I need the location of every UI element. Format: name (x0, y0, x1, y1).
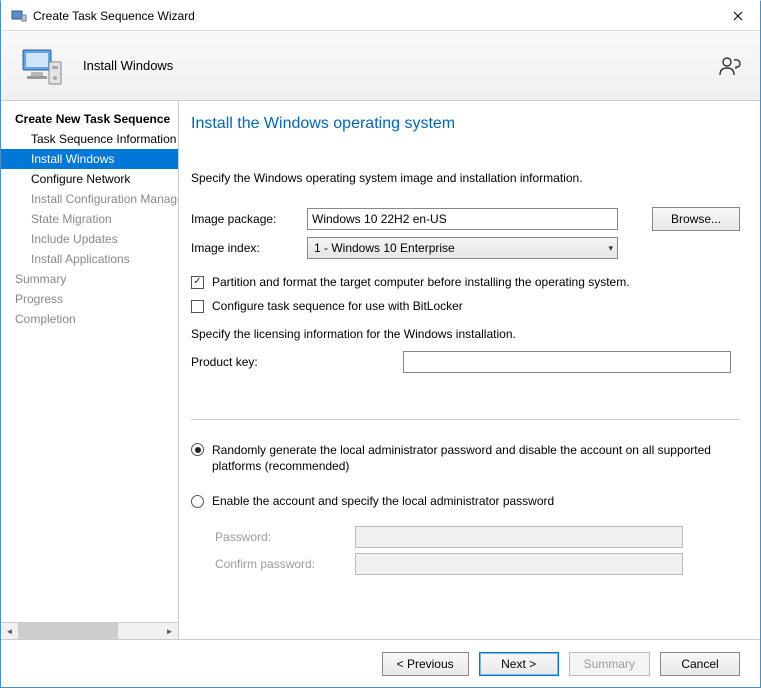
image-package-label: Image package: (191, 212, 301, 226)
image-index-select[interactable]: 1 - Windows 10 Enterprise ▾ (307, 237, 618, 259)
image-index-label: Image index: (191, 241, 301, 255)
window-title: Create Task Sequence Wizard (33, 9, 716, 23)
sidebar-step-7[interactable]: Install Applications (1, 249, 178, 269)
intro-text: Specify the Windows operating system ima… (191, 171, 740, 185)
close-button[interactable] (716, 1, 760, 31)
browse-button[interactable]: Browse... (652, 207, 740, 231)
header-title: Install Windows (83, 58, 173, 73)
radio-enable-account[interactable] (191, 495, 204, 508)
image-package-field[interactable] (307, 208, 618, 230)
product-key-field[interactable] (403, 351, 731, 373)
sidebar-step-5[interactable]: State Migration (1, 209, 178, 229)
product-key-label: Product key: (191, 355, 397, 369)
bitlocker-checkbox[interactable] (191, 300, 204, 313)
sidebar: Create New Task SequenceTask Sequence In… (1, 101, 179, 639)
sidebar-step-10[interactable]: Completion (1, 309, 178, 329)
wizard-window: Create Task Sequence Wizard Install Wind… (0, 0, 761, 688)
password-field (355, 526, 683, 548)
footer: < Previous Next > Summary Cancel (1, 639, 760, 687)
sidebar-step-6[interactable]: Include Updates (1, 229, 178, 249)
separator (191, 419, 740, 420)
scroll-left-button[interactable]: ◄ (1, 623, 18, 639)
partition-checkbox[interactable]: ✓ (191, 276, 204, 289)
content-pane: Install the Windows operating system Spe… (179, 101, 760, 639)
partition-checkbox-label: Partition and format the target computer… (212, 275, 630, 289)
confirm-password-label: Confirm password: (215, 557, 355, 571)
radio-enable-label: Enable the account and specify the local… (212, 494, 554, 508)
next-button[interactable]: Next > (479, 652, 559, 676)
scroll-right-button[interactable]: ► (161, 623, 178, 639)
sidebar-step-9[interactable]: Progress (1, 289, 178, 309)
sidebar-horizontal-scrollbar[interactable]: ◄ ► (1, 622, 178, 639)
app-icon (11, 8, 27, 24)
user-help-icon[interactable] (718, 54, 742, 78)
bitlocker-checkbox-label: Configure task sequence for use with Bit… (212, 299, 463, 313)
sidebar-step-0[interactable]: Create New Task Sequence (1, 109, 178, 129)
image-index-value: 1 - Windows 10 Enterprise (314, 241, 455, 255)
confirm-password-field (355, 553, 683, 575)
previous-button[interactable]: < Previous (382, 652, 469, 676)
radio-random-password[interactable] (191, 443, 204, 456)
radio-random-label: Randomly generate the local administrato… (212, 442, 740, 474)
scroll-thumb[interactable] (18, 623, 118, 639)
sidebar-step-2[interactable]: Install Windows (1, 149, 178, 169)
summary-button[interactable]: Summary (569, 652, 650, 676)
wizard-icon (19, 42, 67, 90)
chevron-down-icon: ▾ (608, 243, 613, 254)
sidebar-step-4[interactable]: Install Configuration Manager (1, 189, 178, 209)
cancel-button[interactable]: Cancel (660, 652, 740, 676)
license-intro: Specify the licensing information for th… (191, 327, 740, 341)
password-label: Password: (215, 530, 355, 544)
sidebar-step-1[interactable]: Task Sequence Information (1, 129, 178, 149)
header-band: Install Windows (1, 31, 760, 101)
sidebar-step-8[interactable]: Summary (1, 269, 178, 289)
titlebar: Create Task Sequence Wizard (1, 1, 760, 31)
page-heading: Install the Windows operating system (191, 115, 740, 133)
sidebar-step-3[interactable]: Configure Network (1, 169, 178, 189)
